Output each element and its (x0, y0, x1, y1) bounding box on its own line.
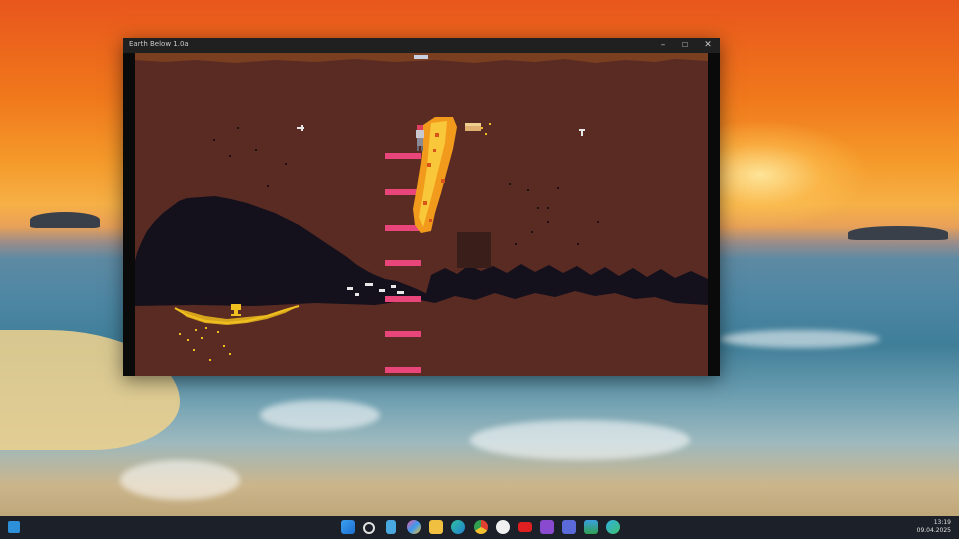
island-right (848, 226, 948, 240)
letterbox-left (123, 53, 135, 376)
game-icon[interactable] (584, 520, 598, 534)
game-canvas[interactable] (135, 53, 708, 376)
notepad-icon[interactable] (386, 520, 396, 534)
letterbox-right (708, 53, 720, 376)
ladder-rung (385, 225, 421, 231)
trophy-icon[interactable] (231, 304, 241, 316)
maximize-button[interactable]: ☐ (674, 39, 696, 52)
wave-foam (260, 400, 380, 430)
wave-foam (720, 330, 880, 348)
ladder-rung (385, 260, 421, 266)
player-character[interactable] (416, 125, 424, 151)
exit-marker (414, 55, 428, 59)
island-left (30, 212, 100, 228)
search-icon[interactable] (363, 522, 375, 534)
ladder-rung (385, 189, 421, 195)
edge-icon[interactable] (451, 520, 465, 534)
ladder-rung (385, 367, 421, 373)
dark-hill (135, 196, 431, 306)
chrome-icon[interactable] (474, 520, 488, 534)
taskbar: 13:19 09.04.2025 (0, 516, 959, 539)
ladder-rung (385, 296, 421, 302)
game-window[interactable]: Earth Below 1.0a – ☐ ✕ (123, 38, 720, 376)
copilot-icon[interactable] (407, 520, 421, 534)
youtube-icon[interactable] (518, 522, 532, 532)
ladder-rung (385, 331, 421, 337)
file-explorer-icon[interactable] (429, 520, 443, 534)
ladder-rung (385, 153, 421, 159)
save-icon[interactable] (562, 520, 576, 534)
stone-block (457, 232, 491, 268)
close-button[interactable]: ✕ (697, 39, 719, 52)
yandex-icon[interactable] (496, 520, 510, 534)
globe-icon[interactable] (606, 520, 620, 534)
widgets-icon[interactable] (8, 521, 20, 533)
minimize-button[interactable]: – (652, 39, 674, 52)
clock-time: 13:19 (933, 519, 951, 526)
start-icon[interactable] (341, 520, 355, 534)
window-titlebar[interactable]: Earth Below 1.0a – ☐ ✕ (123, 38, 720, 53)
wave-foam (120, 460, 240, 500)
visual-studio-icon[interactable] (540, 520, 554, 534)
clock-date: 09.04.2025 (916, 527, 951, 534)
game-scene[interactable] (135, 53, 708, 376)
gold-sparks (179, 327, 231, 361)
wave-foam (470, 420, 690, 460)
ladder[interactable] (385, 153, 421, 373)
system-clock[interactable]: 13:19 09.04.2025 (917, 519, 951, 535)
treasure-chest[interactable] (465, 123, 491, 135)
window-title: Earth Below 1.0a (129, 40, 189, 48)
